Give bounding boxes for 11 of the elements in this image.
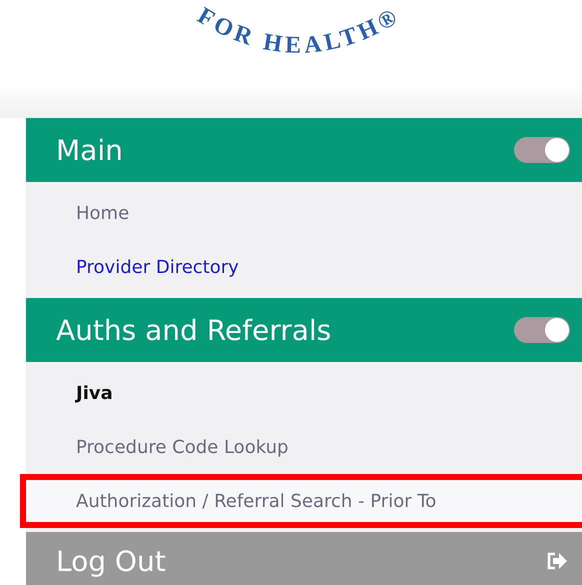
section-header[interactable]: Main: [26, 118, 582, 182]
section-header[interactable]: Auths and Referrals: [26, 298, 582, 362]
menu-item[interactable]: Procedure Code Lookup: [76, 436, 288, 458]
toggle-switch[interactable]: [514, 317, 570, 343]
logout-bar[interactable]: Log Out: [26, 532, 582, 585]
menu-item[interactable]: Provider Directory: [76, 256, 239, 278]
menu-item[interactable]: Authorization / Referral Search - Prior To: [76, 490, 436, 512]
menu-item[interactable]: Home: [76, 202, 130, 224]
menu-item[interactable]: Jiva: [76, 382, 113, 404]
toggle-switch[interactable]: [514, 137, 570, 163]
logout-icon: [546, 551, 568, 571]
